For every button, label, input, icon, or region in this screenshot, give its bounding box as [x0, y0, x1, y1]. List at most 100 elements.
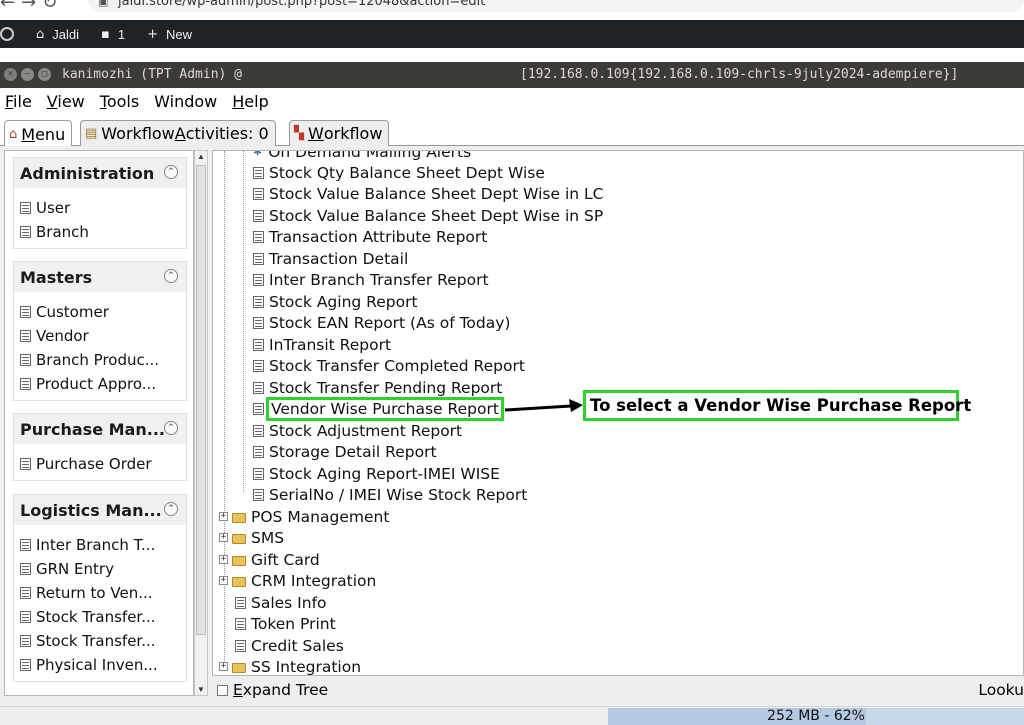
sidebar-item-customer[interactable]: Customer	[14, 300, 186, 324]
tree-folder-crm-integration[interactable]: + CRM Integration	[219, 570, 376, 591]
expand-icon[interactable]: +	[219, 533, 228, 542]
document-icon	[253, 209, 264, 222]
home-icon: ⌂	[36, 26, 45, 42]
menu-view[interactable]: View	[47, 92, 85, 111]
tree-item-report[interactable]: Storage Detail Report	[253, 441, 437, 462]
document-icon	[253, 424, 264, 437]
expand-tree-label[interactable]: Expand Tree	[233, 681, 328, 699]
url-text[interactable]: jaldi.store/wp-admin/post.php?post=12048…	[118, 0, 485, 9]
tree-item-report[interactable]: InTransit Report	[253, 334, 391, 355]
document-icon	[253, 230, 264, 243]
wp-comments-link[interactable]: ▪ 1	[101, 27, 125, 42]
menu-window[interactable]: Window	[154, 92, 217, 111]
sidebar-item-inter-branch[interactable]: Inter Branch T...	[14, 533, 186, 557]
group-title: Logistics Man...	[20, 500, 162, 520]
window-close-icon[interactable]: ×	[4, 68, 17, 81]
sidebar-item-return-to-vendor[interactable]: Return to Ven...	[14, 581, 186, 605]
expand-tree-checkbox[interactable]	[217, 684, 228, 696]
sidebar-item-branch-product[interactable]: Branch Produc...	[14, 348, 186, 372]
tab-workflow[interactable]: ▚ Workflow	[289, 120, 390, 146]
tree-item-credit-sales[interactable]: Credit Sales	[235, 635, 344, 656]
scroll-up-icon[interactable]: ▲	[197, 152, 205, 161]
sidebar: Administration ⌃ User Branch Masters ⌃ C…	[4, 150, 194, 696]
sidebar-group-masters: Masters ⌃ Customer Vendor Branch Produc.…	[13, 261, 187, 401]
sidebar-item-grn-entry[interactable]: GRN Entry	[14, 557, 186, 581]
site-info-icon[interactable]: ▣	[98, 0, 108, 8]
memory-indicator[interactable]: 252 MB - 62%	[608, 708, 1024, 725]
expand-icon[interactable]: +	[219, 576, 228, 585]
tree-item-report[interactable]: Stock Value Balance Sheet Dept Wise in S…	[253, 205, 603, 226]
wp-new-link[interactable]: + New	[147, 27, 192, 42]
sidebar-item-user[interactable]: User	[14, 196, 186, 220]
tree-item-report[interactable]: Stock Value Balance Sheet Dept Wise in L…	[253, 183, 603, 204]
group-title: Administration	[20, 163, 155, 183]
document-icon	[253, 273, 264, 286]
tree-item-report[interactable]: Transaction Detail	[253, 248, 408, 269]
tree-item-report[interactable]: Transaction Attribute Report	[253, 226, 487, 247]
browser-nav-buttons[interactable]: ← → ↻	[0, 0, 63, 13]
main-tabs: ⌂ Menu ▤ Workflow Activities: 0 ▚ Workfl…	[0, 116, 1024, 147]
collapse-icon[interactable]: ⌃	[164, 502, 178, 516]
tree-item-report[interactable]: ✱ On Demand Mailing Alerts	[243, 151, 471, 162]
tree-item-token-print[interactable]: Token Print	[235, 613, 336, 634]
document-icon	[253, 166, 264, 179]
window-server-title: [192.168.0.109{192.168.0.109-chrls-9july…	[520, 67, 959, 82]
annotation-arrow	[505, 399, 583, 412]
expand-icon[interactable]: +	[219, 555, 228, 564]
tree-folder-pos-management[interactable]: + POS Management	[219, 506, 389, 527]
collapse-icon[interactable]: ⌃	[164, 421, 178, 435]
document-icon	[253, 187, 264, 200]
document-icon	[20, 354, 31, 366]
reload-icon[interactable]: ↻	[42, 0, 57, 13]
menu-tools[interactable]: Tools	[100, 92, 139, 111]
tree-item-report[interactable]: Stock Transfer Completed Report	[253, 355, 525, 376]
tree-item-report[interactable]: Stock Transfer Pending Report	[253, 377, 502, 398]
document-icon	[20, 330, 31, 342]
sidebar-item-vendor[interactable]: Vendor	[14, 324, 186, 348]
sidebar-item-stock-transfer-2[interactable]: Stock Transfer...	[14, 629, 186, 653]
document-icon	[253, 402, 264, 415]
tree-item-vendor-wise-purchase-report[interactable]: Vendor Wise Purchase Report	[253, 396, 504, 421]
tree-item-report[interactable]: Stock Adjustment Report	[253, 420, 462, 441]
tree-folder-ss-integration[interactable]: + SS Integration	[219, 656, 361, 675]
back-icon[interactable]: ←	[0, 0, 15, 13]
tree-item-report[interactable]: Stock Qty Balance Sheet Dept Wise	[253, 162, 545, 183]
tree-folder-gift-card[interactable]: + Gift Card	[219, 549, 320, 570]
sidebar-scrollbar[interactable]: ▲ ▼	[194, 150, 208, 696]
menu-help[interactable]: Help	[232, 92, 268, 111]
tree-item-report[interactable]: Stock Aging Report-IMEI WISE	[253, 463, 500, 484]
sidebar-item-stock-transfer-1[interactable]: Stock Transfer...	[14, 605, 186, 629]
tree-folder-sms[interactable]: + SMS	[219, 527, 284, 548]
sidebar-item-purchase-order[interactable]: Purchase Order	[14, 452, 186, 476]
tree-item-report[interactable]: SerialNo / IMEI Wise Stock Report	[253, 484, 527, 505]
home-icon: ⌂	[9, 126, 18, 142]
wp-site-link[interactable]: ⌂ Jaldi	[36, 27, 79, 42]
document-icon	[20, 458, 31, 470]
expand-icon[interactable]: +	[219, 512, 228, 521]
tab-workflow-activities[interactable]: ▤ Workflow Activities: 0	[80, 120, 276, 146]
sidebar-item-branch[interactable]: Branch	[14, 220, 186, 244]
window-maximize-icon[interactable]: □	[38, 68, 51, 81]
collapse-icon[interactable]: ⌃	[164, 269, 178, 283]
tree-item-report[interactable]: Stock Aging Report	[253, 291, 418, 312]
tree-item-sales-info[interactable]: Sales Info	[235, 592, 327, 613]
collapse-icon[interactable]: ⌃	[164, 165, 178, 179]
tree-item-report[interactable]: Stock EAN Report (As of Today)	[253, 312, 510, 333]
scrollbar-thumb[interactable]	[196, 165, 206, 635]
sidebar-item-physical-inventory[interactable]: Physical Inven...	[14, 653, 186, 677]
tab-menu[interactable]: ⌂ Menu	[4, 120, 73, 147]
wordpress-logo-icon[interactable]	[0, 27, 14, 41]
scroll-down-icon[interactable]: ▼	[197, 685, 205, 694]
wp-admin-bar: ⌂ Jaldi ▪ 1 + New	[0, 20, 1024, 48]
lookup-label[interactable]: Looku	[978, 681, 1024, 699]
document-icon	[235, 639, 246, 652]
folder-icon	[232, 533, 246, 544]
document-icon	[253, 295, 264, 308]
expand-icon[interactable]: +	[219, 662, 228, 671]
sidebar-item-product-approval[interactable]: Product Appro...	[14, 372, 186, 396]
menu-file[interactable]: File	[5, 92, 32, 111]
window-minimize-icon[interactable]: –	[21, 68, 34, 81]
tree-item-report[interactable]: Inter Branch Transfer Report	[253, 269, 489, 290]
forward-icon[interactable]: →	[21, 0, 36, 13]
gap-strip	[0, 48, 1024, 62]
